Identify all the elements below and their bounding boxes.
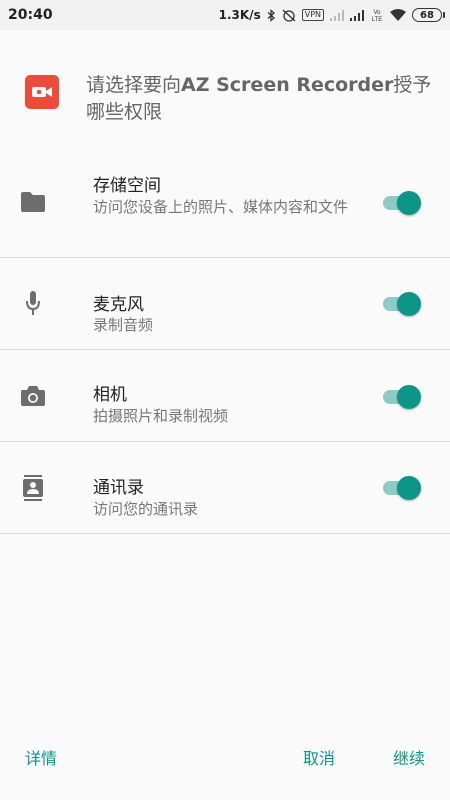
wifi-icon: [390, 9, 406, 21]
permission-item-camera[interactable]: 相机 拍摄照片和录制视频: [0, 350, 450, 442]
permission-prompt: 请选择要向AZ Screen Recorder授予哪些权限: [86, 72, 436, 126]
permission-title: 通讯录: [93, 478, 144, 498]
volte-icon: Vo LTE: [370, 8, 384, 22]
contacts-icon: [20, 475, 46, 501]
dialog-footer: 详情 取消 继续: [0, 745, 450, 775]
microphone-icon: [20, 290, 46, 316]
permission-description: 拍摄照片和录制视频: [93, 407, 229, 425]
svg-text:Vo: Vo: [373, 10, 381, 16]
permission-item-microphone[interactable]: 麦克风 录制音频: [0, 258, 450, 350]
camera-toggle[interactable]: [383, 383, 423, 411]
signal-icon: [350, 9, 364, 21]
microphone-toggle[interactable]: [383, 290, 423, 318]
prompt-prefix: 请选择要向: [86, 74, 182, 96]
permission-title: 麦克风: [93, 295, 144, 315]
bluetooth-icon: [267, 8, 276, 22]
signal-weak-icon: [330, 9, 344, 21]
storage-toggle[interactable]: [383, 189, 423, 217]
contacts-toggle[interactable]: [383, 474, 423, 502]
permission-title: 相机: [93, 385, 127, 405]
network-speed: 1.3K/s: [218, 8, 261, 22]
screen-recorder-icon: [25, 75, 59, 109]
folder-icon: [20, 189, 46, 215]
permission-title: 存储空间: [93, 176, 161, 196]
continue-button[interactable]: 继续: [393, 745, 425, 769]
permission-list: 存储空间 访问您设备上的照片、媒体内容和文件 麦克风 录制音频 相机 拍摄照片和…: [0, 163, 450, 534]
permission-item-contacts[interactable]: 通讯录 访问您的通讯录: [0, 442, 450, 534]
status-time: 20:40: [8, 7, 53, 23]
vpn-icon: VPN: [301, 9, 324, 21]
permission-item-storage[interactable]: 存储空间 访问您设备上的照片、媒体内容和文件: [0, 163, 450, 258]
status-icons: 1.3K/s VPN Vo LTE 68: [218, 8, 445, 22]
toggle-thumb: [397, 385, 421, 409]
toggle-thumb: [397, 292, 421, 316]
cancel-button[interactable]: 取消: [303, 745, 335, 769]
app-name: AZ Screen Recorder: [181, 74, 394, 96]
battery-icon: 68: [412, 8, 445, 22]
details-button[interactable]: 详情: [25, 745, 57, 769]
toggle-thumb: [397, 191, 421, 215]
svg-text:LTE: LTE: [372, 17, 383, 22]
alarm-off-icon: [282, 9, 296, 22]
permission-description: 访问您设备上的照片、媒体内容和文件: [93, 198, 349, 216]
permission-description: 访问您的通讯录: [93, 500, 199, 518]
permission-screen: 20:40 1.3K/s VPN Vo LTE 68 请选择要向AZ Scree…: [0, 0, 450, 800]
dialog-header: 请选择要向AZ Screen Recorder授予哪些权限: [0, 60, 450, 140]
permission-description: 录制音频: [93, 316, 154, 334]
camera-icon: [20, 383, 46, 409]
toggle-thumb: [397, 476, 421, 500]
status-bar: 20:40 1.3K/s VPN Vo LTE 68: [0, 0, 450, 30]
